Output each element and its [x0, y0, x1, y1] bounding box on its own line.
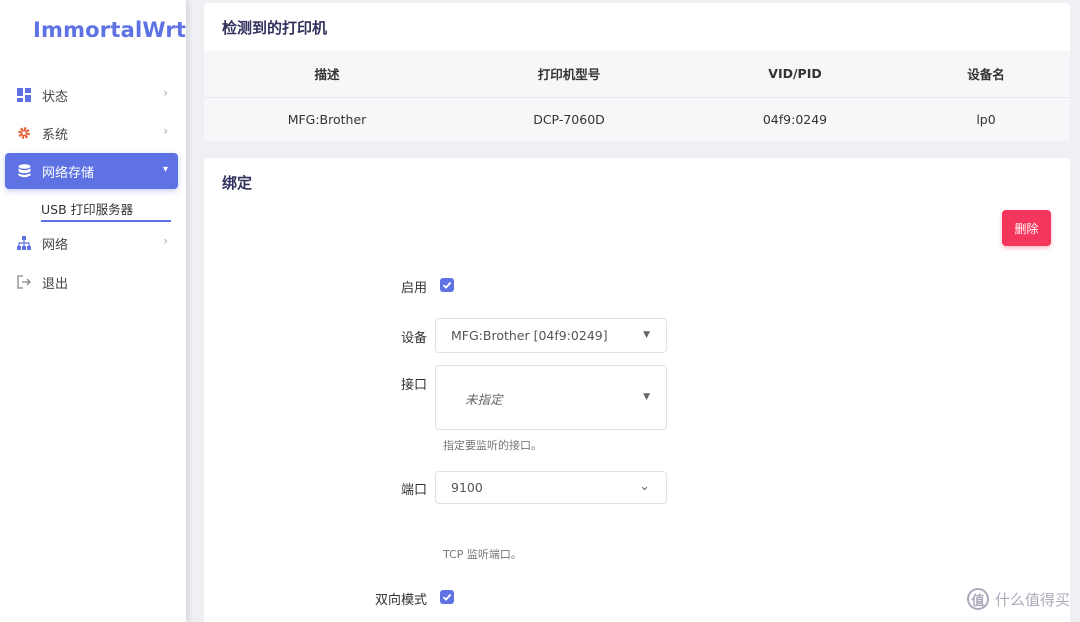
delete-button[interactable]: 删除 [1002, 210, 1051, 246]
sidebar-item-label: 状态 [42, 89, 69, 105]
enable-label: 启用 [400, 281, 427, 296]
sidebar-item-label: 网络 [42, 237, 69, 253]
column-header-description: 描述 [204, 51, 450, 97]
sidebar-item-nas[interactable]: 网络存储 ▾ [5, 153, 178, 189]
logout-icon [16, 274, 32, 290]
sidebar: ImmortalWrt 状态 › 系统 › 网络存储 ▾ USB 打印服务器 网… [0, 0, 186, 622]
sidebar-item-logout[interactable]: 退出 [5, 264, 178, 300]
sidebar-item-system[interactable]: 系统 › [5, 115, 178, 151]
network-icon [16, 235, 32, 251]
port-hint: TCP 监听端口。 [443, 548, 522, 561]
interface-label: 接口 [400, 378, 427, 393]
caret-down-icon: ▼ [643, 392, 650, 402]
cell-description: MFG:Brother [204, 96, 450, 141]
device-select-value: MFG:Brother [04f9:0249] [451, 328, 608, 343]
checkmark-icon [442, 281, 452, 289]
column-header-vidpid: VID/PID [688, 51, 902, 97]
device-select[interactable]: MFG:Brother [04f9:0249] ▼ [435, 318, 667, 353]
database-icon [16, 163, 32, 179]
cell-vidpid: 04f9:0249 [688, 96, 902, 141]
printers-table: 描述 打印机型号 VID/PID 设备名 MFG:Brother DCP-706… [204, 51, 1070, 141]
dashboard-icon [16, 87, 32, 103]
chevron-right-icon: › [163, 234, 168, 248]
checkmark-icon [442, 593, 452, 601]
cell-device: lp0 [902, 96, 1070, 141]
binding-title: 绑定 [222, 174, 253, 192]
bidirectional-checkbox[interactable] [440, 590, 454, 604]
column-header-device: 设备名 [902, 51, 1070, 97]
detected-printers-card: 检测到的打印机 描述 打印机型号 VID/PID 设备名 MFG:Brother… [204, 3, 1070, 141]
sidebar-item-status[interactable]: 状态 › [5, 77, 178, 113]
sidebar-subitem-usb-print[interactable]: USB 打印服务器 [41, 196, 171, 222]
app-root: ImmortalWrt 状态 › 系统 › 网络存储 ▾ USB 打印服务器 网… [0, 0, 1080, 622]
binding-card: 绑定 删除 启用 设备 MFG:Brother [04f9:0249] ▼ 接口… [204, 158, 1070, 622]
watermark: 值 什么值得买 [966, 588, 1070, 610]
chevron-down-icon: ⌄ [639, 479, 650, 494]
cell-model: DCP-7060D [450, 96, 688, 141]
caret-down-icon: ▼ [643, 330, 650, 340]
interface-select-value: 未指定 [465, 392, 503, 407]
chevron-right-icon: › [163, 124, 168, 138]
interface-hint: 指定要监听的接口。 [443, 439, 542, 452]
enable-checkbox[interactable] [440, 278, 454, 292]
bidirectional-label: 双向模式 [374, 593, 427, 608]
watermark-logo-icon: 值 [966, 588, 989, 610]
interface-select[interactable]: 未指定 ▼ [435, 365, 667, 430]
sidebar-item-network[interactable]: 网络 › [5, 225, 178, 261]
logo: ImmortalWrt [33, 18, 187, 42]
port-select[interactable]: 9100 ⌄ [435, 471, 667, 504]
table-row: MFG:Brother DCP-7060D 04f9:0249 lp0 [204, 96, 1070, 141]
chevron-down-icon: ▾ [162, 164, 168, 175]
sidebar-item-label: 网络存储 [42, 165, 95, 181]
sidebar-item-label: 系统 [42, 127, 69, 143]
watermark-text: 什么值得买 [994, 590, 1070, 609]
chevron-right-icon: › [163, 86, 168, 100]
gear-icon [16, 125, 32, 141]
column-header-model: 打印机型号 [450, 51, 688, 97]
sidebar-item-label: 退出 [42, 276, 69, 292]
table-header-row: 描述 打印机型号 VID/PID 设备名 [204, 51, 1070, 97]
device-label: 设备 [400, 331, 427, 346]
detected-printers-title: 检测到的打印机 [222, 19, 328, 37]
port-label: 端口 [400, 483, 427, 498]
port-select-value: 9100 [451, 480, 483, 495]
